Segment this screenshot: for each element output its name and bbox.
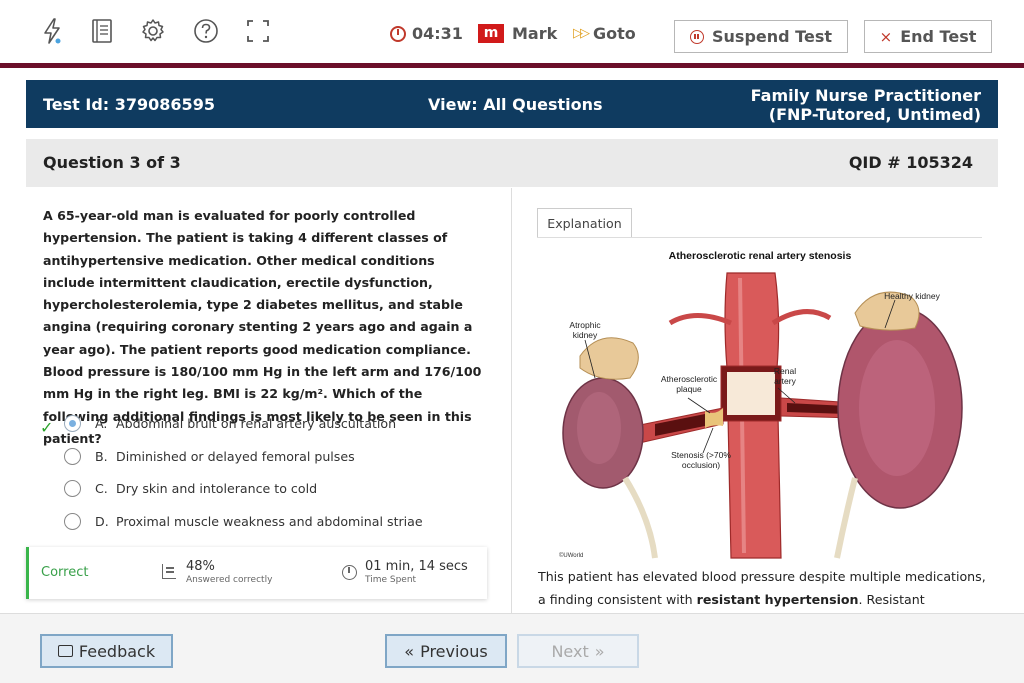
figure-copyright: ©UWorld (559, 553, 584, 559)
notebook-icon[interactable] (88, 16, 116, 46)
exam-name-line2: (FNP-Tutored, Untimed) (768, 105, 981, 124)
answer-text: Abdominal bruit on renal artery ausculta… (116, 416, 397, 431)
test-header: Test Id: 379086595 View: All Questions F… (26, 80, 998, 128)
tab-underline (537, 237, 982, 238)
answer-choice-a[interactable]: ✓ A. Abdominal bruit on renal artery aus… (40, 412, 490, 445)
answer-choice-d[interactable]: D. Proximal muscle weakness and abdomina… (40, 510, 490, 543)
exam-name: Family Nurse Practitioner (FNP-Tutored, … (751, 86, 981, 124)
tab-explanation[interactable]: Explanation (537, 208, 632, 238)
feedback-label: Feedback (78, 641, 156, 661)
renal-artery-stenosis-figure: Atherosclerotic renal artery stenosis At… (555, 248, 965, 563)
double-chevron-left-icon: « (404, 641, 415, 661)
answer-radio-d[interactable] (64, 512, 81, 530)
exam-name-line1: Family Nurse Practitioner (750, 86, 981, 105)
time-spent-label: Time Spent (365, 575, 417, 585)
end-label: End Test (900, 27, 977, 46)
help-icon[interactable] (192, 16, 220, 46)
answer-text: Dry skin and intolerance to cold (116, 481, 318, 496)
answer-letter: C. (95, 481, 108, 496)
view-mode: View: All Questions (428, 95, 603, 114)
mark-button[interactable]: m Mark (478, 24, 557, 43)
percent-correct: 48% (186, 559, 215, 574)
correct-check-icon: ✓ (40, 418, 54, 437)
clock-icon (390, 25, 406, 42)
answer-letter: D. (95, 513, 109, 529)
answer-letter: B. (95, 448, 108, 464)
bar-chart-icon (162, 564, 176, 579)
answer-radio-a[interactable] (64, 415, 81, 432)
goto-button[interactable]: ▷▷ Goto (573, 24, 636, 43)
speech-bubble-icon (57, 645, 73, 657)
timer: 04:31 (390, 24, 463, 43)
end-test-button[interactable]: × End Test (864, 20, 992, 53)
label-stenosis: Stenosis (>70% occlusion) (671, 450, 731, 470)
question-id: QID # 105324 (848, 153, 973, 172)
label-healthy-kidney: Healthy kidney (884, 291, 940, 301)
test-id: Test Id: 379086595 (43, 95, 215, 114)
suspend-test-button[interactable]: Suspend Test (674, 20, 848, 53)
answer-radio-b[interactable] (64, 447, 81, 465)
gear-icon[interactable] (139, 16, 167, 46)
label-renal-artery: Renal artery (773, 366, 797, 386)
close-icon: × (879, 27, 893, 46)
clock-icon (342, 565, 357, 580)
suspend-label: Suspend Test (712, 27, 832, 46)
answer-choice-b[interactable]: B. Diminished or delayed femoral pulses (40, 445, 490, 478)
fast-forward-icon: ▷▷ (573, 26, 590, 41)
pause-icon (690, 29, 705, 44)
toolbar-divider (0, 63, 1024, 68)
top-toolbar: 04:31 m Mark ▷▷ Goto Suspend Test × End … (0, 0, 1024, 64)
panel-divider (511, 188, 512, 613)
answer-text: Proximal muscle weakness and abdominal s… (116, 513, 423, 529)
explanation-bold-term: resistant hypertension (696, 591, 859, 607)
bottom-navigation-bar: Feedback « Previous Next » (0, 613, 1024, 683)
answer-stats-card: Correct 48% Answered correctly 01 min, 1… (26, 547, 487, 599)
answer-letter: A. (95, 416, 108, 431)
next-button[interactable]: Next » (517, 634, 639, 668)
previous-label: Previous (420, 641, 488, 661)
time-spent: 01 min, 14 secs (365, 559, 468, 574)
next-label: Next (551, 641, 589, 661)
lightning-icon[interactable] (38, 16, 66, 46)
answer-radio-c[interactable] (64, 480, 81, 497)
timer-value: 04:31 (412, 24, 463, 43)
question-bar: Question 3 of 3 QID # 105324 (26, 139, 998, 187)
mark-label: Mark (512, 24, 558, 43)
goto-label: Goto (593, 24, 636, 43)
label-atherosclerotic-plaque: Atherosclerotic plaque (660, 374, 718, 394)
answer-text: Diminished or delayed femoral pulses (116, 448, 355, 464)
answer-choice-c[interactable]: C. Dry skin and intolerance to cold (40, 477, 490, 510)
label-atrophic-kidney: Atrophic kidney (569, 320, 601, 340)
double-chevron-right-icon: » (594, 641, 605, 661)
mark-flag-icon: m (478, 24, 504, 43)
previous-button[interactable]: « Previous (385, 634, 507, 668)
fullscreen-icon[interactable] (244, 16, 272, 46)
result-status: Correct (41, 565, 89, 580)
feedback-button[interactable]: Feedback (40, 634, 173, 668)
percent-correct-label: Answered correctly (186, 575, 273, 585)
question-counter: Question 3 of 3 (43, 153, 181, 172)
answer-choices: ✓ A. Abdominal bruit on renal artery aus… (40, 412, 490, 542)
